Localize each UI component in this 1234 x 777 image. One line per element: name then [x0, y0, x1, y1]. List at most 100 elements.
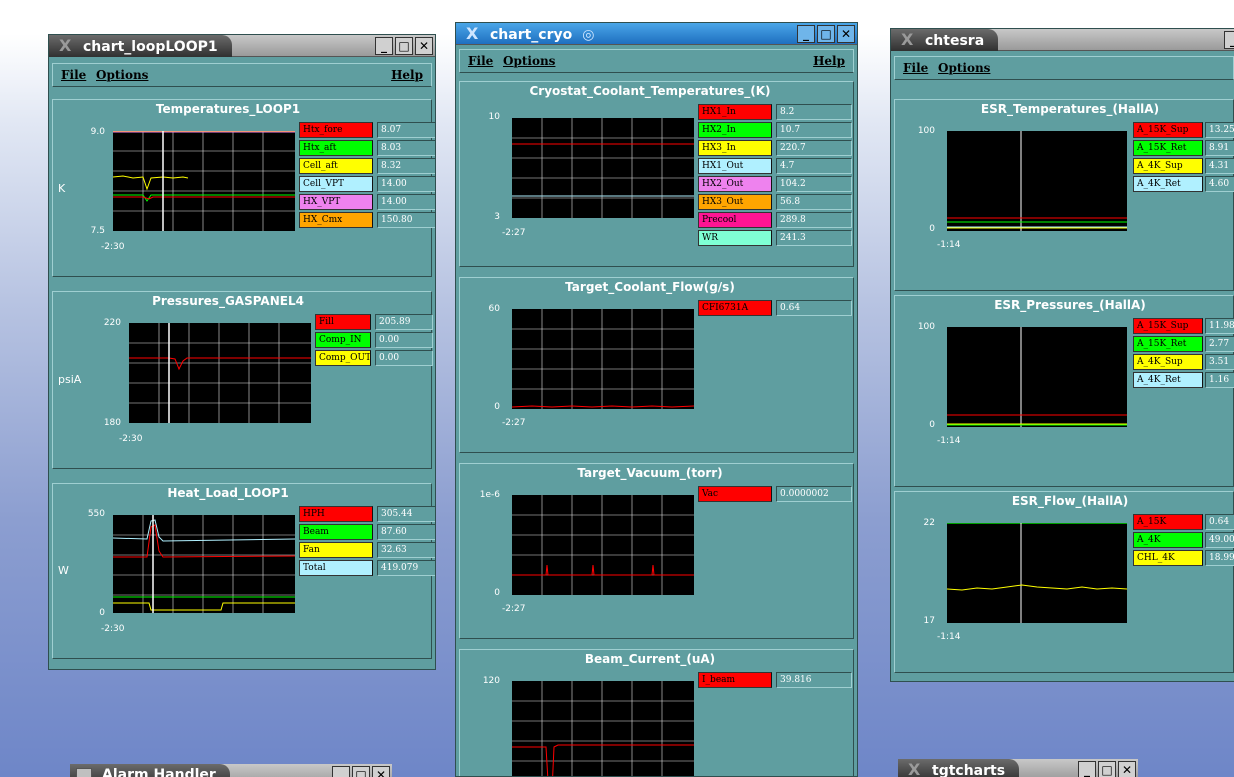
plot-area[interactable] — [129, 323, 311, 423]
minimize-button[interactable]: _ — [332, 766, 350, 777]
legend-name[interactable]: A_15K_Sup — [1133, 318, 1203, 334]
legend-value: 220.7 — [776, 140, 852, 156]
maximize-button[interactable]: □ — [395, 37, 413, 55]
minimize-button[interactable]: _ — [375, 37, 393, 55]
close-button[interactable]: ✕ — [415, 37, 433, 55]
legend-name[interactable]: HX1_In — [698, 104, 772, 120]
menu-file[interactable]: File — [468, 54, 493, 68]
panel-esr-temperatures: ESR_Temperatures_(HallA) 100 0 -1:14 A_1… — [894, 99, 1234, 291]
plot-area[interactable] — [512, 495, 694, 595]
legend-name[interactable]: A_4K_Ret — [1133, 176, 1203, 192]
legend-value: 4.7 — [776, 158, 852, 174]
menu-options[interactable]: Options — [503, 54, 555, 68]
close-button[interactable]: ✕ — [837, 25, 855, 43]
time-label: -1:14 — [937, 436, 961, 446]
maximize-button[interactable]: □ — [817, 25, 835, 43]
window-title: chtesra — [925, 33, 985, 49]
legend-name[interactable]: I_beam — [698, 672, 772, 688]
plot-area[interactable] — [512, 118, 694, 218]
legend-name[interactable]: Fan — [299, 542, 373, 558]
menu-help[interactable]: Help — [813, 54, 845, 68]
legend-value: 13.25 — [1205, 122, 1234, 138]
panel-esr-flow: ESR_Flow_(HallA) 22 17 -1:14 A_15K 0.64 A… — [894, 491, 1234, 673]
legend-name[interactable]: HX3_Out — [698, 194, 772, 210]
legend-value: 56.8 — [776, 194, 852, 210]
menu-file[interactable]: File — [61, 68, 86, 82]
title-bar[interactable]: Xchtesra _ — [891, 29, 1234, 51]
legend-name[interactable]: HX_VPT — [299, 194, 373, 210]
unit-label: W — [58, 564, 69, 577]
close-button[interactable]: ✕ — [372, 766, 390, 777]
plot-area[interactable] — [512, 681, 694, 776]
legend-name[interactable]: Beam — [299, 524, 373, 540]
legend-value: 104.2 — [776, 176, 852, 192]
legend-name[interactable]: WR — [698, 230, 772, 246]
menu-bar: File Options Help — [52, 63, 432, 87]
legend-name[interactable]: Vac — [698, 486, 772, 502]
legend-name[interactable]: A_15K_Sup — [1133, 122, 1203, 138]
legend-name[interactable]: Cell_aft — [299, 158, 373, 174]
legend-name[interactable]: A_4K — [1133, 532, 1203, 548]
window-tgtcharts[interactable]: Xtgtcharts _ □ ✕ — [898, 759, 1138, 777]
legend-name[interactable]: A_15K_Ret — [1133, 336, 1203, 352]
x-logo-icon: X — [466, 24, 479, 43]
minimize-button[interactable]: _ — [797, 25, 815, 43]
legend-name[interactable]: A_4K_Ret — [1133, 372, 1203, 388]
legend-name[interactable]: Comp_OUT — [315, 350, 371, 366]
legend-name[interactable]: HX1_Out — [698, 158, 772, 174]
plot-area[interactable] — [512, 309, 694, 409]
legend-name[interactable]: CHL_4K — [1133, 550, 1203, 566]
menu-file[interactable]: File — [903, 61, 928, 75]
minimize-button[interactable]: _ — [1078, 761, 1096, 777]
legend-value: 87.60 — [377, 524, 435, 540]
plot-area[interactable] — [113, 515, 295, 613]
time-label: -2:30 — [101, 624, 125, 634]
time-label: -2:30 — [101, 242, 125, 252]
x-logo-icon: X — [908, 760, 921, 777]
legend-name[interactable]: CFI6731A — [698, 300, 772, 316]
legend-name[interactable]: Comp_IN — [315, 332, 371, 348]
legend-name[interactable]: Precool — [698, 212, 772, 228]
plot-area[interactable] — [947, 327, 1127, 427]
legend-value: 4.31 — [1205, 158, 1234, 174]
maximize-button[interactable]: □ — [1098, 761, 1116, 777]
legend-name[interactable]: Fill — [315, 314, 371, 330]
legend-name[interactable]: Total — [299, 560, 373, 576]
legend-name[interactable]: A_15K — [1133, 514, 1203, 530]
panel-pressures-gaspanel4: Pressures_GASPANEL4 220 180 psiA -2:30 F… — [52, 291, 433, 469]
y-max-label: 120 — [482, 676, 500, 686]
plot-area[interactable] — [947, 131, 1127, 231]
title-bar[interactable]: Xchart_loopLOOP1 _ □ ✕ — [49, 35, 435, 57]
legend-name[interactable]: HX3_In — [698, 140, 772, 156]
window-alarm-handler[interactable]: Alarm Handler _ □ ✕ — [70, 764, 392, 777]
legend-value: 8.32 — [377, 158, 435, 174]
legend-name[interactable]: A_4K_Sup — [1133, 158, 1203, 174]
legend-name[interactable]: Htx_fore — [299, 122, 373, 138]
close-button[interactable]: ✕ — [1118, 761, 1136, 777]
legend-name[interactable]: A_4K_Sup — [1133, 354, 1203, 370]
legend-name[interactable]: HX2_In — [698, 122, 772, 138]
legend-name[interactable]: HPH — [299, 506, 373, 522]
plot-svg — [947, 523, 1127, 623]
plot-area[interactable] — [113, 131, 295, 231]
menu-options[interactable]: Options — [96, 68, 148, 82]
menu-options[interactable]: Options — [938, 61, 990, 75]
window-title: chart_cryo — [490, 27, 573, 43]
legend-name[interactable]: Htx_aft — [299, 140, 373, 156]
legend-value: 4.60 — [1205, 176, 1234, 192]
plot-area[interactable] — [947, 523, 1127, 623]
legend-name[interactable]: Cell_VPT — [299, 176, 373, 192]
y-min-label: 180 — [103, 418, 121, 428]
minimize-button[interactable]: _ — [1224, 31, 1234, 49]
y-min-label: 3 — [494, 212, 500, 222]
menu-help[interactable]: Help — [391, 68, 423, 82]
title-bar[interactable]: Xchart_cryo ◎ _ □ ✕ — [456, 23, 857, 45]
panel-title: ESR_Temperatures_(HallA) — [980, 102, 1160, 116]
maximize-button[interactable]: □ — [352, 766, 370, 777]
legend-name[interactable]: A_15K_Ret — [1133, 140, 1203, 156]
legend-value: 0.00 — [375, 350, 433, 366]
y-max-label: 22 — [923, 518, 935, 528]
y-min-label: 7.5 — [90, 226, 105, 236]
legend-name[interactable]: HX_Cmx — [299, 212, 373, 228]
legend-name[interactable]: HX2_Out — [698, 176, 772, 192]
